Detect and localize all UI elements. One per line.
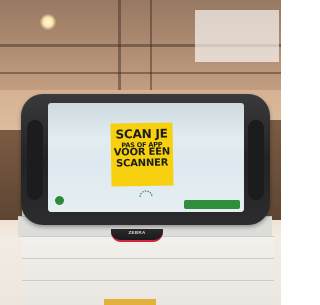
ceiling-beam xyxy=(0,72,281,74)
loading-icon xyxy=(139,190,153,198)
wall-panel xyxy=(195,10,279,62)
sticky-note-line: SCANNER xyxy=(115,157,169,170)
store-photo: SCAN JE PAS OF APP VOOR EEN SCANNER ZEBR… xyxy=(0,0,281,305)
shelf xyxy=(0,130,22,220)
kiosk-base xyxy=(22,236,274,305)
sticky-note-line: SCAN JE xyxy=(115,126,168,142)
ceiling-lamp-icon xyxy=(40,14,56,30)
scanner-slot xyxy=(104,299,156,305)
kiosk-groove xyxy=(22,258,274,259)
ceiling-beam xyxy=(118,0,121,90)
device-grip-left xyxy=(27,120,43,200)
device-grip-right xyxy=(248,120,264,200)
scanner-device: SCAN JE PAS OF APP VOOR EEN SCANNER xyxy=(21,94,270,225)
brand-label: ZEBRA xyxy=(128,230,146,235)
kiosk-groove xyxy=(22,280,274,281)
sticky-note: SCAN JE PAS OF APP VOOR EEN SCANNER xyxy=(110,122,174,187)
brand-badge: ZEBRA xyxy=(111,229,163,242)
ceiling-beam xyxy=(150,0,152,90)
device-screen[interactable]: SCAN JE PAS OF APP VOOR EEN SCANNER xyxy=(48,103,244,212)
store-logo xyxy=(55,196,67,205)
start-button[interactable] xyxy=(184,200,240,209)
store-logo-icon xyxy=(55,196,64,205)
